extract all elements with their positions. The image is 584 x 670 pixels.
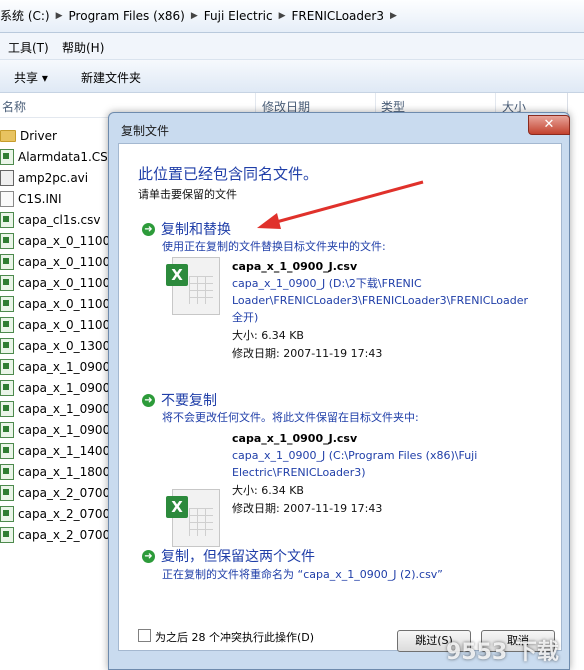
file-list-item[interactable]: capa_x_0_1100_A	[0, 231, 124, 251]
share-button[interactable]: 共享 ▾	[14, 69, 48, 86]
csv-file-icon	[0, 212, 14, 228]
csv-file-icon	[0, 233, 14, 249]
excel-file-icon: X	[166, 489, 220, 547]
file-list-item[interactable]: capa_x_0_1300_U	[0, 336, 125, 356]
csv-file-icon	[0, 527, 14, 543]
file-list-item[interactable]: capa_x_2_0700_E	[0, 525, 124, 545]
skip-option[interactable]: ➜ 不要复制	[142, 390, 217, 410]
arrow-right-icon: ➜	[142, 222, 155, 236]
file-list-item[interactable]: Driver	[0, 126, 57, 146]
file-list-item[interactable]: capa_x_1_1800_U	[0, 462, 125, 482]
csv-file-icon	[0, 464, 14, 480]
csv-file-icon	[0, 338, 14, 354]
file-list-item[interactable]: C1S.INI	[0, 189, 62, 209]
chevron-right-icon[interactable]: ▶	[56, 11, 63, 21]
csv-file-icon	[0, 422, 14, 438]
keep-both-option-desc: 正在复制的文件将重命名为 “capa_x_1_0900_J (2).csv”	[162, 568, 443, 581]
file-list-item[interactable]: capa_x_1_0900_A	[0, 357, 124, 377]
skip-option-title[interactable]: 不要复制	[161, 390, 217, 410]
keep-both-option[interactable]: ➜ 复制，但保留这两个文件	[142, 546, 315, 566]
file-name: C1S.INI	[18, 192, 62, 206]
skip-file-path-2: Electric\FRENICLoader3)	[232, 466, 366, 479]
skip-file-size: 大小: 6.34 KB	[232, 484, 304, 497]
chevron-right-icon[interactable]: ▶	[191, 11, 198, 21]
close-button[interactable]: ✕	[528, 115, 570, 135]
file-list-item[interactable]: amp2pc.avi	[0, 168, 88, 188]
file-list-item[interactable]: capa_x_0_1100_E	[0, 273, 124, 293]
keep-both-option-title[interactable]: 复制，但保留这两个文件	[161, 546, 315, 566]
file-list-item[interactable]: capa_x_2_0700_C	[0, 504, 125, 524]
crumb-frenicloader3[interactable]: FRENICLoader3	[292, 9, 384, 23]
menu-bar: 工具(T) 帮助(H)	[0, 33, 584, 60]
replace-option[interactable]: ➜ 复制和替换	[142, 219, 231, 239]
file-name: Alarmdata1.CSV	[18, 150, 116, 164]
csv-file-icon	[0, 296, 14, 312]
replace-file-path-1: capa_x_1_0900_J (D:\2下载\FRENIC	[232, 277, 422, 290]
excel-file-icon: X	[166, 257, 220, 315]
csv-file-icon	[0, 275, 14, 291]
new-folder-button[interactable]: 新建文件夹	[81, 69, 141, 86]
csv-file-icon	[0, 506, 14, 522]
file-list-item[interactable]: capa_x_2_0700_A	[0, 483, 124, 503]
arrow-right-icon: ➜	[142, 393, 155, 407]
csv-file-icon	[0, 359, 14, 375]
skip-file-path-1: capa_x_1_0900_J (C:\Program Files (x86)\…	[232, 449, 478, 462]
command-bar: 共享 ▾ 新建文件夹	[0, 60, 584, 93]
address-bar[interactable]: 系统 (C:) ▶ Program Files (x86) ▶ Fuji Ele…	[0, 0, 584, 33]
chevron-right-icon[interactable]: ▶	[390, 11, 397, 21]
apply-all-label[interactable]: 为之后 28 个冲突执行此操作(D)	[155, 629, 314, 645]
csv-file-icon	[0, 254, 14, 270]
dialog-subheading: 请单击要保留的文件	[138, 188, 237, 201]
chevron-right-icon[interactable]: ▶	[279, 11, 286, 21]
csv-file-icon	[0, 380, 14, 396]
file-name: capa_cl1s.csv	[18, 213, 101, 227]
watermark-logo: 9553 下载	[446, 640, 559, 665]
crumb-program-files[interactable]: Program Files (x86)	[69, 9, 185, 23]
file-name: capa_x_1_0900_J	[18, 402, 120, 416]
apply-all-checkbox[interactable]	[138, 629, 151, 642]
file-list-item[interactable]: capa_x_0_1100_C	[0, 252, 125, 272]
csv-file-icon	[0, 317, 14, 333]
skip-file-name: capa_x_1_0900_J.csv	[232, 432, 358, 445]
skip-file-modified: 修改日期: 2007-11-19 17:43	[232, 502, 383, 515]
file-list-item[interactable]: capa_x_1_0900_J	[0, 399, 120, 419]
csv-file-icon	[0, 401, 14, 417]
avi-file-icon	[0, 170, 14, 186]
replace-file-modified: 修改日期: 2007-11-19 17:43	[232, 347, 383, 360]
arrow-right-icon: ➜	[142, 549, 155, 563]
menu-help[interactable]: 帮助(H)	[62, 39, 104, 56]
breadcrumb: 系统 (C:) ▶ Program Files (x86) ▶ Fuji Ele…	[0, 7, 397, 24]
file-list-item[interactable]: capa_x_0_1100_K	[0, 315, 124, 335]
replace-file-path-2: Loader\FRENICLoader3\FRENICLoader3\FRENI…	[232, 294, 529, 307]
file-name: Driver	[20, 129, 57, 143]
csv-file-icon	[0, 443, 14, 459]
file-list-item[interactable]: capa_x_1_0900_E	[0, 378, 124, 398]
close-icon: ✕	[543, 117, 555, 132]
column-name[interactable]: 名称	[2, 98, 26, 115]
file-list-item[interactable]: capa_x_0_1100_E	[0, 294, 124, 314]
file-list-item[interactable]: capa_x_1_1400_A	[0, 441, 124, 461]
file-list-item[interactable]: capa_x_1_0900_K	[0, 420, 124, 440]
file-list-item[interactable]: Alarmdata1.CSV	[0, 147, 116, 167]
csv-file-icon	[0, 149, 14, 165]
replace-option-title[interactable]: 复制和替换	[161, 219, 231, 239]
file-list-item[interactable]: capa_cl1s.csv	[0, 210, 101, 230]
menu-tools[interactable]: 工具(T)	[8, 39, 49, 56]
dialog-title: 复制文件	[121, 124, 170, 138]
skip-option-desc: 将不会更改任何文件。将此文件保留在目标文件夹中:	[162, 411, 419, 424]
crumb-drive[interactable]: 系统 (C:)	[0, 7, 50, 24]
csv-file-icon	[0, 485, 14, 501]
replace-file-path-3: 全开)	[232, 311, 259, 324]
crumb-fuji-electric[interactable]: Fuji Electric	[204, 9, 273, 23]
replace-file-size: 大小: 6.34 KB	[232, 329, 304, 342]
folder-icon	[0, 130, 16, 142]
ini-file-icon	[0, 191, 14, 207]
replace-file-name: capa_x_1_0900_J.csv	[232, 260, 358, 273]
replace-option-desc: 使用正在复制的文件替换目标文件夹中的文件:	[162, 240, 386, 253]
annotation-arrow-icon	[257, 180, 424, 229]
file-name: amp2pc.avi	[18, 171, 89, 185]
